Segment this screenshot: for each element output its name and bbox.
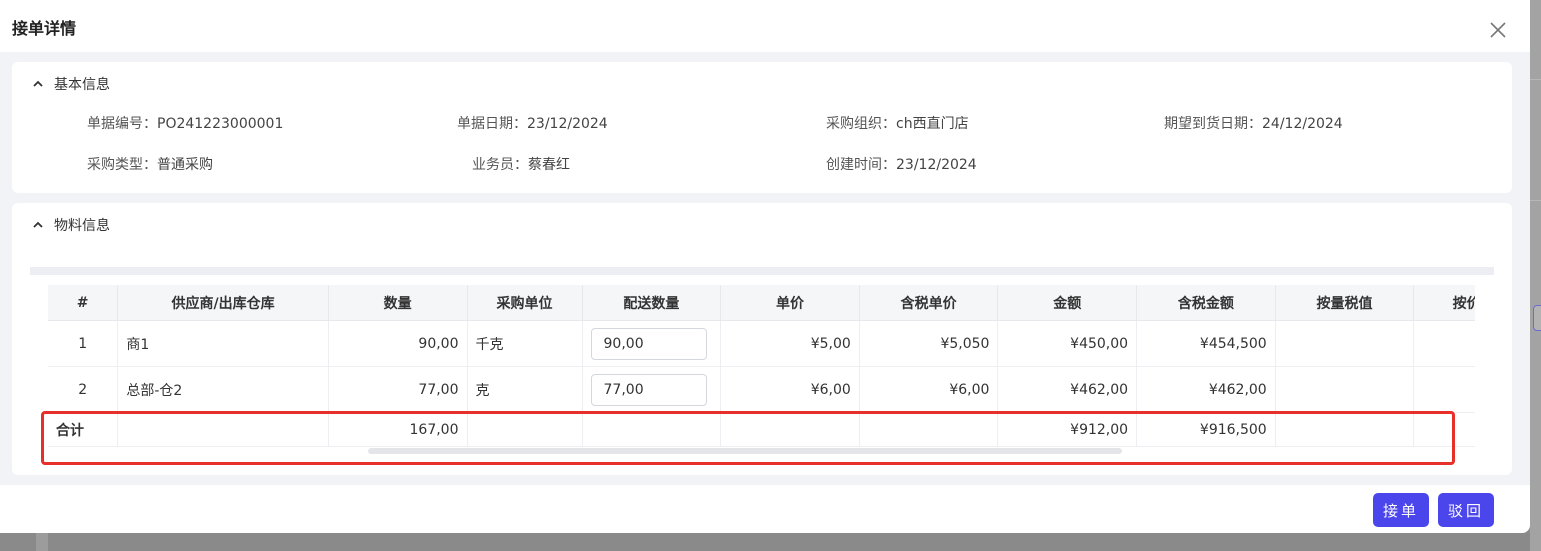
background-divider	[1530, 79, 1541, 80]
section-title: 基本信息	[54, 77, 110, 93]
purchase-type-field: 采购类型：普通采购	[87, 157, 213, 173]
doc-date-field: 单据日期：23/12/2024	[457, 116, 608, 132]
delivery-qty-cell	[582, 366, 722, 413]
qty-cell: 77,00	[328, 366, 468, 413]
price-cell: ¥6,00	[720, 366, 860, 413]
delivery-qty-cell	[582, 320, 722, 367]
unit-cell: 克	[467, 366, 583, 413]
table-header-row: # 供应商/出库仓库 数量 采购单位 配送数量 单价 含税单价 金额 含税金额 …	[48, 285, 1475, 321]
col-header-unit[interactable]: 采购单位	[467, 285, 583, 321]
background-page-bottom	[0, 533, 1530, 551]
modal-title: 接单详情	[12, 19, 77, 38]
row-index: 1	[48, 320, 119, 367]
col-header-index: #	[48, 285, 119, 321]
modal-footer: 接单 驳回	[0, 485, 1530, 533]
tax-price-cell: ¥5,050	[859, 320, 999, 367]
supplier-cell: 商1	[117, 320, 329, 367]
table-row[interactable]: 2 总部-仓2 77,00 克 ¥6,00 ¥6,00 ¥462,00 ¥462…	[48, 366, 1475, 413]
price-tax-rate-cell	[1413, 366, 1475, 413]
qty-cell: 90,00	[328, 320, 468, 367]
background-divider	[1530, 200, 1541, 201]
col-header-qty[interactable]: 数量	[328, 285, 468, 321]
expected-date-field: 期望到货日期：24/12/2024	[1164, 116, 1343, 132]
order-detail-modal: 接单详情 基本信息 单据编号：PO241223000001 单据日期：23/12…	[0, 0, 1530, 533]
price-tax-rate-cell	[1413, 320, 1475, 367]
material-info-toggle[interactable]: 物料信息	[32, 215, 110, 235]
amount-cell: ¥450,00	[997, 320, 1138, 367]
table-row[interactable]: 1 商1 90,00 千克 ¥5,00 ¥5,050 ¥450,00 ¥454,…	[48, 320, 1475, 367]
reject-button[interactable]: 驳回	[1438, 493, 1494, 527]
col-header-tax-price[interactable]: 含税单价	[859, 285, 999, 321]
supplier-cell: 总部-仓2	[117, 366, 329, 413]
highlight-box	[41, 411, 1455, 465]
unit-cell: 千克	[467, 320, 583, 367]
salesperson-field: 业务员：蔡春红	[472, 157, 570, 173]
modal-header: 接单详情	[0, 0, 1530, 52]
doc-no-field: 单据编号：PO241223000001	[87, 116, 284, 132]
background-tab	[1533, 305, 1541, 331]
background-page	[1530, 0, 1541, 551]
delivery-qty-input[interactable]	[590, 373, 707, 406]
col-header-price-tax-rate[interactable]: 按价税率	[1413, 285, 1475, 321]
amount-cell: ¥462,00	[997, 366, 1138, 413]
col-header-qty-tax[interactable]: 按量税值	[1275, 285, 1415, 321]
delivery-qty-input[interactable]	[590, 327, 707, 360]
chevron-up-icon	[33, 221, 43, 228]
created-time-field: 创建时间：23/12/2024	[826, 157, 977, 173]
section-title: 物料信息	[54, 218, 110, 234]
col-header-amount[interactable]: 金额	[997, 285, 1138, 321]
col-header-delivery-qty[interactable]: 配送数量	[582, 285, 722, 321]
table-toolbar	[30, 267, 1494, 275]
tax-amount-cell: ¥462,00	[1136, 366, 1276, 413]
chevron-up-icon	[33, 80, 43, 87]
qty-tax-cell	[1275, 366, 1415, 413]
col-header-supplier[interactable]: 供应商/出库仓库	[117, 285, 329, 321]
accept-order-button[interactable]: 接单	[1373, 493, 1429, 527]
tax-price-cell: ¥6,00	[859, 366, 999, 413]
col-header-tax-amount[interactable]: 含税金额	[1136, 285, 1276, 321]
qty-tax-cell	[1275, 320, 1415, 367]
purchase-org-field: 采购组织：ch西直门店	[826, 116, 969, 132]
price-cell: ¥5,00	[720, 320, 860, 367]
row-index: 2	[48, 366, 119, 413]
basic-info-card: 基本信息 单据编号：PO241223000001 单据日期：23/12/2024…	[12, 62, 1512, 193]
tax-amount-cell: ¥454,500	[1136, 320, 1276, 367]
col-header-price[interactable]: 单价	[720, 285, 860, 321]
basic-info-toggle[interactable]: 基本信息	[32, 74, 110, 94]
close-icon[interactable]	[1487, 19, 1509, 41]
